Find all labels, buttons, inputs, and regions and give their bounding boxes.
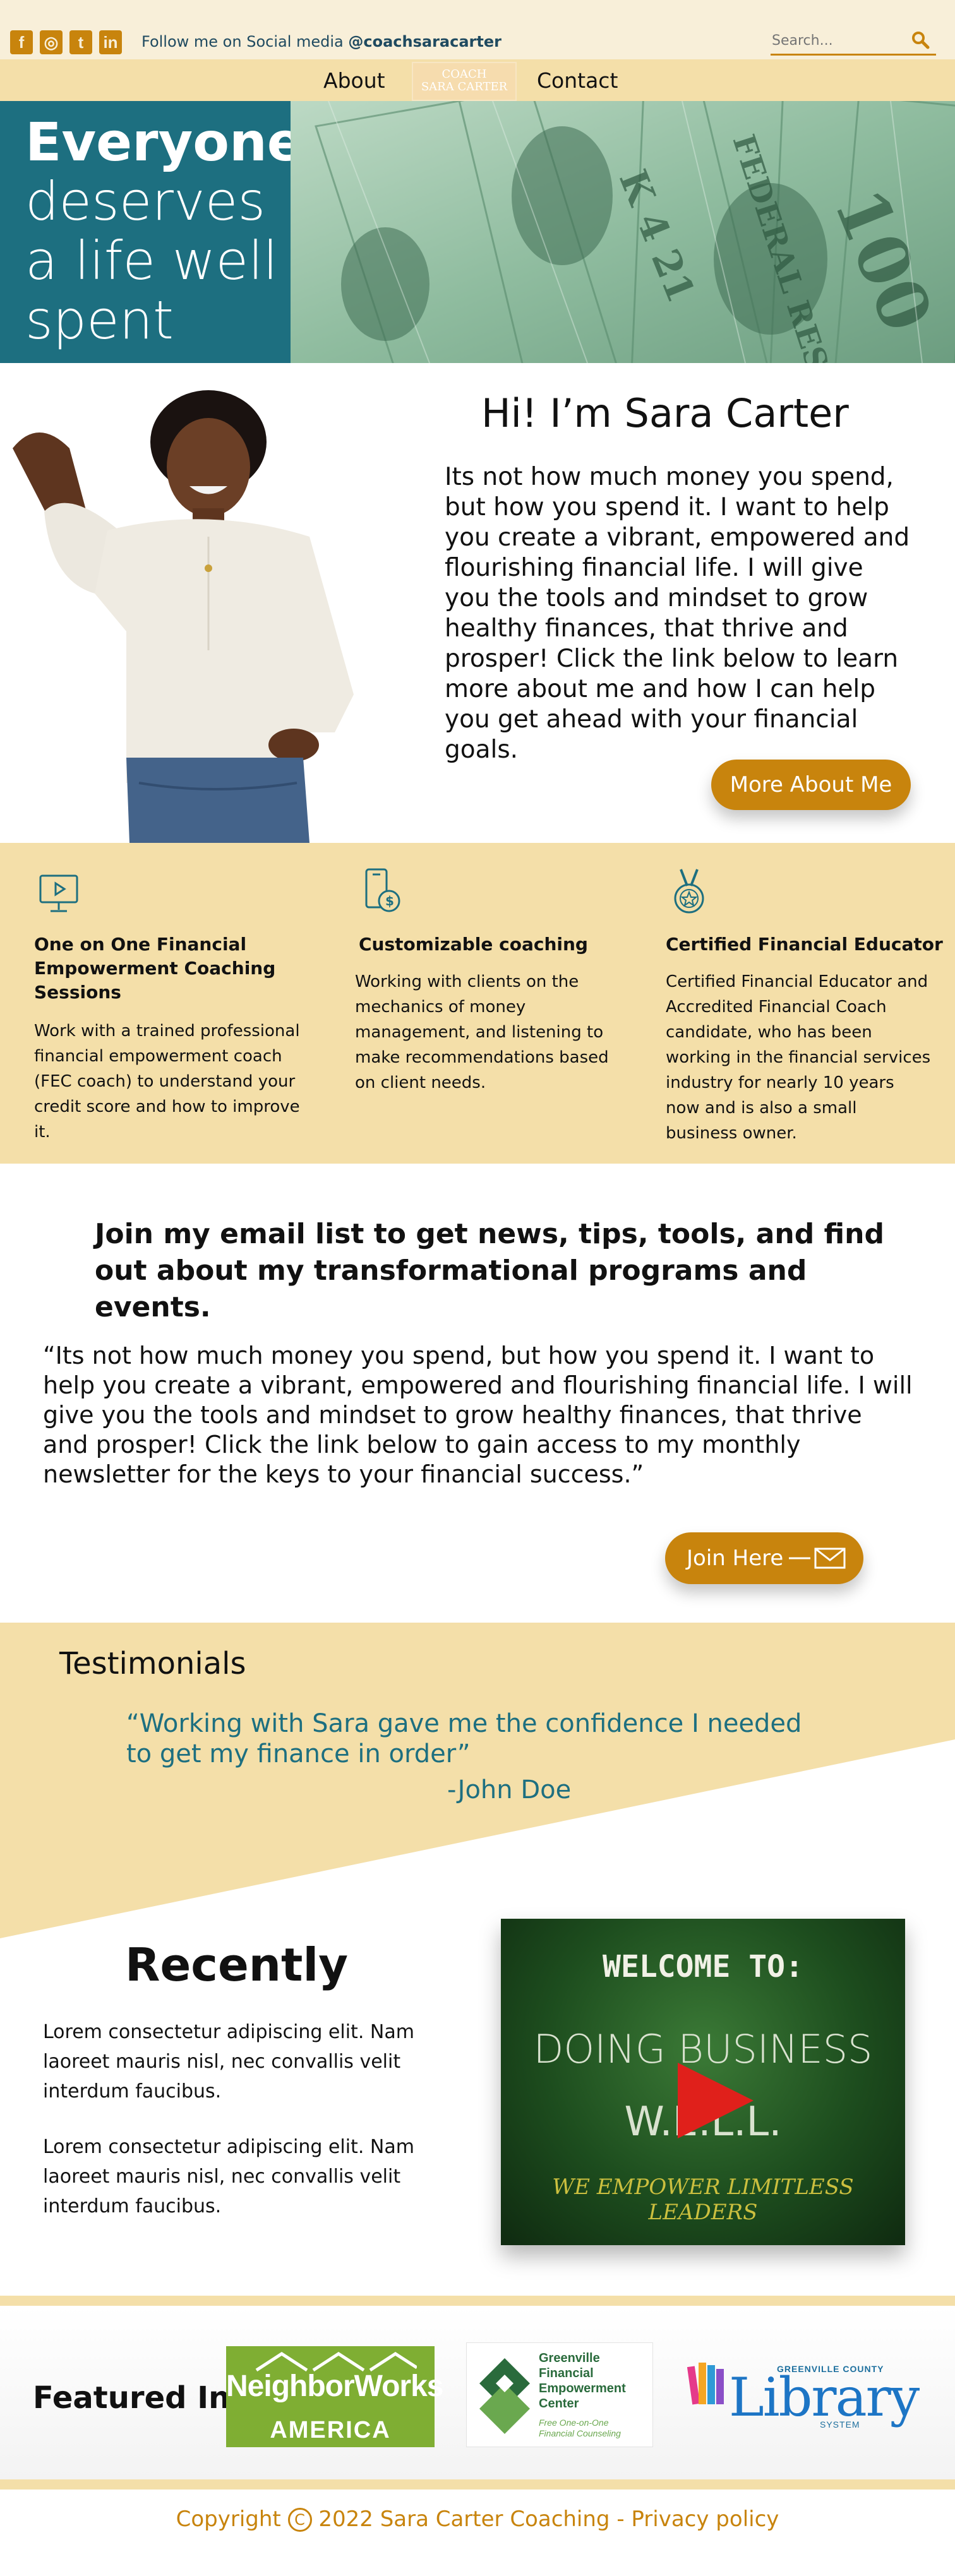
- intro-title: Hi! I’m Sara Carter: [481, 390, 849, 436]
- follow-text: Follow me on Social media @coachsaracart…: [141, 33, 502, 51]
- copyright-footer: Copyright C 2022 Sara Carter Coaching - …: [0, 2507, 955, 2532]
- hero-line1: Everyone: [25, 111, 303, 173]
- doing-business-well-video[interactable]: WELCOME TO: DOING BUSINESS W.E.L.L. WE E…: [501, 1919, 905, 2245]
- feature-text: Work with a trained professional financi…: [34, 1022, 300, 1142]
- banknotes-illustration: K 4 21 FEDERAL RESERVE 100: [291, 101, 955, 363]
- nav-about-link[interactable]: About: [323, 68, 385, 93]
- divider-stripe: [0, 2296, 955, 2306]
- follow-prefix: Follow me on Social media: [141, 33, 349, 51]
- search-input[interactable]: [771, 28, 903, 53]
- library-system: SYSTEM: [820, 2419, 860, 2430]
- testimonial-quote: “Working with Sara gave me the confidenc…: [126, 1709, 802, 1768]
- feature-title: One on One Financial Empowerment Coachin…: [34, 934, 276, 1003]
- email-signup-title: Join my email list to get news, tips, to…: [95, 1218, 884, 1323]
- hero-banner: Everyone deserves a life well spent K 4 …: [0, 101, 955, 363]
- feature-card: $ Customizable coaching Working with cli…: [318, 843, 637, 1164]
- feature-card: One on One Financial Empowerment Coachin…: [0, 843, 318, 1164]
- features-section: One on One Financial Empowerment Coachin…: [0, 843, 955, 1164]
- phone-money-icon: $: [365, 868, 400, 912]
- feature-card: Certified Financial Educator Certified F…: [637, 843, 955, 1164]
- intro-body: Its not how much money you spend, but ho…: [445, 463, 910, 764]
- hero-text-panel: Everyone deserves a life well spent: [0, 101, 303, 363]
- linkedin-icon[interactable]: in: [99, 30, 122, 54]
- play-icon[interactable]: [671, 2063, 754, 2138]
- nav-contact-link[interactable]: Contact: [537, 68, 618, 93]
- twitter-icon[interactable]: t: [69, 30, 92, 54]
- gfec-logo[interactable]: Greenville Financial Empowerment Center …: [466, 2342, 653, 2447]
- featured-in-title: Featured In: [33, 2380, 231, 2416]
- testimonial-author: -John Doe: [447, 1775, 572, 1804]
- feature-text: Working with clients on the mechanics of…: [355, 972, 609, 1092]
- social-links: f ◎ t in: [10, 30, 122, 54]
- logo-line1: COACH: [441, 68, 487, 81]
- site-logo[interactable]: COACH SARA CARTER: [412, 62, 517, 101]
- envelope-icon: [789, 1547, 846, 1569]
- video-line4: WE EMPOWER LIMITLESS LEADERS: [552, 2174, 854, 2225]
- recently-paragraph: Lorem consectetur adipiscing elit. Nam l…: [43, 2021, 414, 2102]
- main-nav: About COACH SARA CARTER Contact: [0, 59, 955, 101]
- hero-heading: Everyone deserves a life well spent: [25, 112, 303, 350]
- search-icon[interactable]: [911, 30, 930, 49]
- gfec-mark-icon: [479, 2358, 530, 2434]
- join-here-label: Join Here: [687, 1546, 784, 1571]
- neighborworks-name: NeighborWorks: [226, 2370, 443, 2403]
- copyright-suffix[interactable]: 2022 Sara Carter Coaching - Privacy poli…: [312, 2507, 779, 2532]
- monitor-play-icon: [39, 874, 78, 912]
- search-box: [771, 28, 936, 56]
- feature-text: Certified Financial Educator and Accredi…: [666, 972, 931, 1143]
- copyright-prefix: Copyright: [176, 2507, 288, 2532]
- video-line1: WELCOME TO:: [603, 1949, 803, 1984]
- neighborworks-logo[interactable]: NeighborWorks AMERICA: [226, 2346, 443, 2447]
- join-here-button[interactable]: Join Here: [665, 1532, 863, 1584]
- books-icon: [687, 2363, 724, 2405]
- facebook-icon[interactable]: f: [10, 30, 33, 54]
- sara-carter-photo: [13, 390, 354, 843]
- hero-line4: spent: [25, 289, 174, 351]
- email-signup-quote: “Its not how much money you spend, but h…: [43, 1342, 913, 1488]
- gfec-name: Greenville Financial Empowerment Center: [539, 2351, 626, 2411]
- greenville-library-logo[interactable]: GREENVILLE COUNTY Library SYSTEM: [687, 2352, 920, 2435]
- medal-icon: [674, 869, 704, 914]
- testimonials-title: Testimonials: [59, 1646, 246, 1681]
- gfec-tagline: Free One-on-One Financial Counseling: [539, 2418, 621, 2438]
- hero-money-image: K 4 21 FEDERAL RESERVE 100: [291, 101, 955, 363]
- svg-text:$: $: [385, 893, 394, 909]
- feature-title: Customizable coaching: [359, 934, 588, 955]
- follow-handle[interactable]: @coachsaracarter: [348, 33, 502, 51]
- top-bar: f ◎ t in Follow me on Social media @coac…: [0, 0, 955, 59]
- recently-paragraph: Lorem consectetur adipiscing elit. Nam l…: [43, 2136, 414, 2217]
- neighborworks-america: AMERICA: [270, 2417, 391, 2443]
- instagram-icon[interactable]: ◎: [40, 30, 63, 54]
- copyright-symbol-icon: C: [287, 2508, 312, 2532]
- logo-line2: SARA CARTER: [421, 80, 508, 93]
- hero-line3: a life well: [25, 230, 278, 292]
- recently-title: Recently: [125, 1938, 349, 1991]
- divider-stripe: [0, 2479, 955, 2490]
- more-about-me-button[interactable]: More About Me: [711, 760, 911, 810]
- feature-title: Certified Financial Educator: [666, 934, 943, 955]
- hero-line2: deserves: [25, 170, 266, 232]
